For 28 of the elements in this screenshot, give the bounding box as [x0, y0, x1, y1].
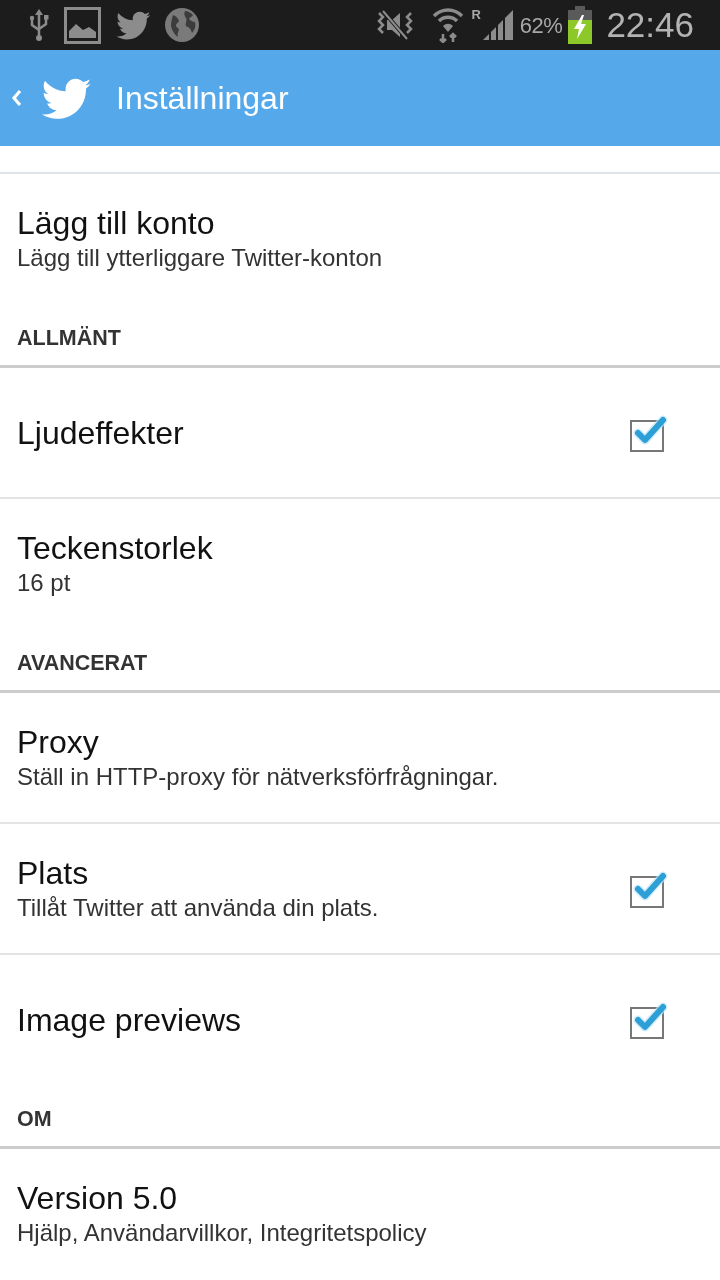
bird-icon: [115, 10, 151, 40]
setting-summary: 16 pt: [17, 567, 71, 598]
setting-title[interactable]: Plats: [17, 853, 89, 892]
setting-summary: Tillåt Twitter att använda din plats.: [17, 892, 379, 923]
setting-summary: Hjälp, Användarvillkor, Integritetspolicy: [17, 1217, 427, 1248]
setting-title[interactable]: Teckenstorlek: [17, 528, 213, 567]
battery-charging-icon: [568, 6, 593, 44]
setting-summary: Ställ in HTTP-proxy för nätverksförfrågningar.: [17, 761, 499, 792]
globe-icon: [165, 8, 199, 42]
screen-title: Inställningar: [116, 79, 289, 118]
setting-title[interactable]: Image previews: [17, 1000, 242, 1039]
section-header: ALLMÄNT: [17, 326, 121, 350]
bird-icon: [40, 76, 92, 120]
roaming-indicator: R: [471, 5, 481, 24]
battery-percentage: 62%: [519, 11, 563, 40]
back-icon[interactable]: [11, 89, 23, 107]
setting-title[interactable]: Version 5.0: [17, 1178, 178, 1217]
setting-title[interactable]: Ljudeffekter: [17, 413, 184, 452]
setting-title[interactable]: Lägg till konto: [17, 203, 215, 242]
vibrate-icon: [377, 9, 414, 41]
clock-time: 22:46: [606, 3, 694, 46]
section-header: AVANCERAT: [17, 651, 148, 675]
setting-summary: Lägg till ytterliggare Twitter-konton: [17, 242, 383, 273]
image-icon: [64, 6, 101, 44]
setting-title[interactable]: Proxy: [17, 722, 99, 761]
wifi-icon: [431, 7, 466, 43]
usb-icon: [28, 8, 50, 42]
section-header: OM: [17, 1107, 52, 1131]
